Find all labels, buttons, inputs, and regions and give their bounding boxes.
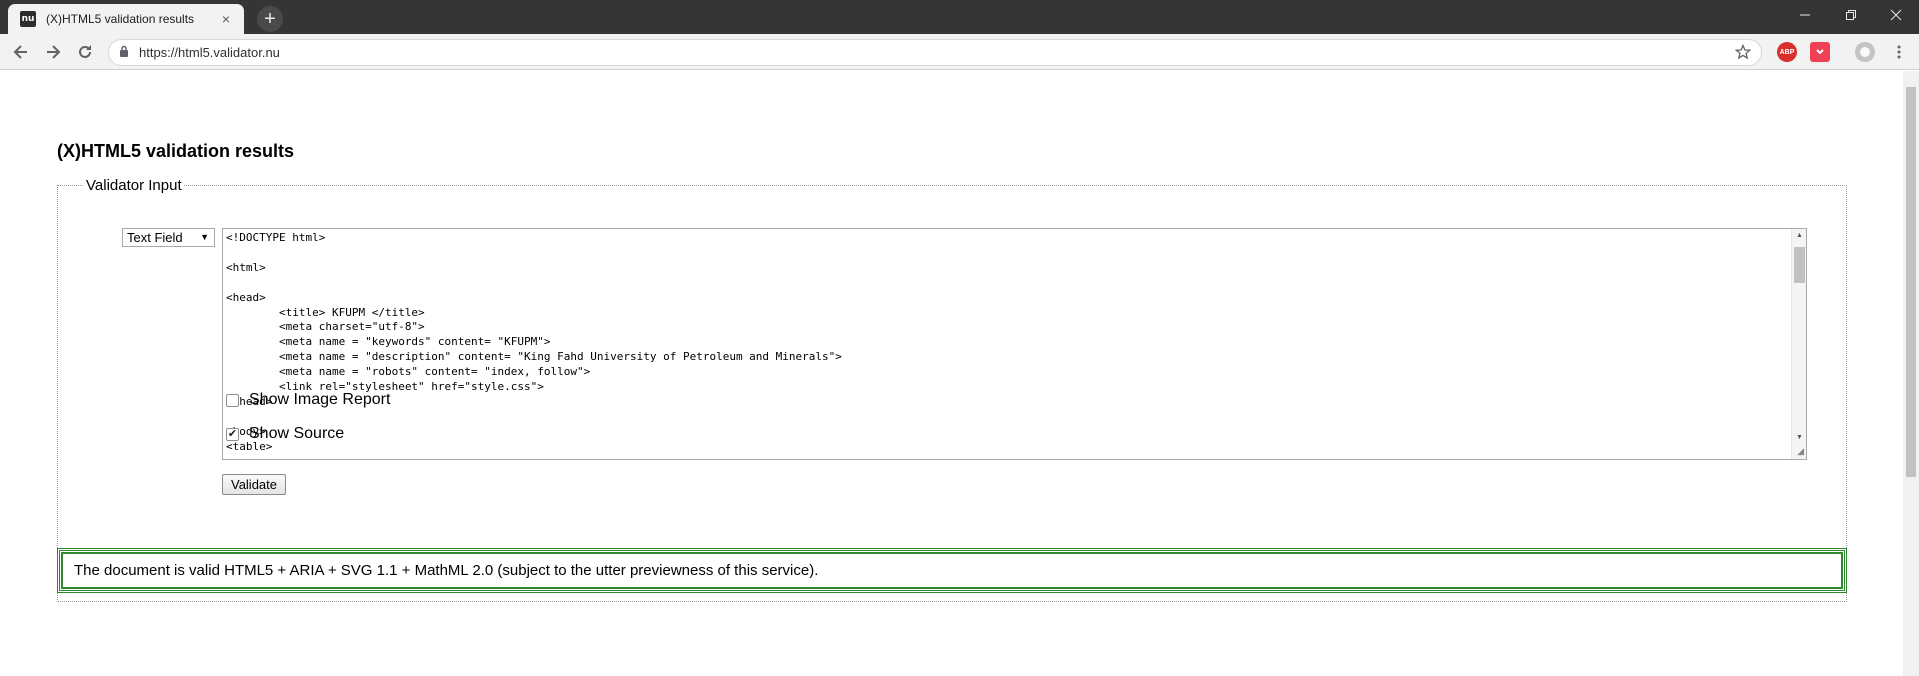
lock-icon [119, 44, 129, 62]
tab-title: (X)HTML5 validation results [46, 12, 195, 26]
address-bar[interactable]: https://html5.validator.nu [108, 39, 1762, 66]
reload-icon[interactable] [72, 39, 98, 65]
input-mode-value: Text Field [127, 230, 183, 245]
tab-strip: nu (X)HTML5 validation results × + [0, 0, 1919, 34]
tab-validation-results[interactable]: nu (X)HTML5 validation results × [8, 4, 244, 34]
forward-arrow-icon[interactable] [40, 39, 66, 65]
show-image-report-option[interactable]: Show Image Report [226, 391, 390, 409]
show-source-checkbox[interactable]: ✔ [226, 427, 239, 441]
show-image-report-label: Show Image Report [249, 391, 391, 408]
validate-button[interactable]: Validate [222, 474, 286, 495]
validation-result-message: The document is valid HTML5 + ARIA + SVG… [57, 548, 1847, 593]
back-arrow-icon[interactable] [8, 39, 34, 65]
scroll-down-arrow-icon[interactable]: ▼ [1792, 434, 1806, 441]
bookmark-star-icon[interactable] [1734, 43, 1752, 65]
page-scrollbar[interactable] [1903, 71, 1919, 676]
new-tab-button[interactable]: + [257, 6, 283, 32]
restore-icon[interactable] [1828, 0, 1874, 30]
textarea-scrollbar[interactable]: ▲ ▼ [1791, 229, 1806, 459]
show-source-option[interactable]: ✔ Show Source [226, 425, 344, 443]
textarea-scroll-thumb[interactable] [1794, 247, 1805, 283]
pocket-extension-icon[interactable] [1810, 42, 1830, 62]
dropdown-arrow-icon: ▼ [200, 232, 209, 242]
url-text: https://html5.validator.nu [139, 45, 280, 60]
scroll-up-arrow-icon[interactable]: ▲ [1792, 232, 1806, 239]
page-title: (X)HTML5 validation results [57, 141, 295, 161]
close-window-icon[interactable] [1873, 0, 1919, 30]
source-textarea[interactable]: <!DOCTYPE html> <html> <head> <title> KF… [222, 228, 1807, 460]
show-image-report-checkbox[interactable] [226, 393, 239, 407]
tab-close-icon[interactable]: × [218, 11, 234, 27]
input-mode-select[interactable]: Text Field ▼ [122, 228, 215, 247]
show-source-label: Show Source [249, 425, 345, 442]
fieldset-legend: Validator Input [86, 177, 182, 194]
page-scroll-thumb[interactable] [1906, 87, 1916, 477]
resize-handle-icon[interactable]: ◢ [1797, 446, 1804, 457]
page-content: (X)HTML5 validation results Validator In… [0, 71, 1903, 676]
adblock-plus-icon[interactable]: ABP [1777, 42, 1797, 62]
profile-avatar-icon[interactable] [1855, 42, 1875, 62]
source-code-text: <!DOCTYPE html> <html> <head> <title> KF… [226, 231, 842, 453]
nu-favicon-icon: nu [20, 11, 36, 27]
menu-dots-icon[interactable] [1886, 39, 1912, 65]
minimize-icon[interactable] [1782, 0, 1828, 30]
browser-toolbar: https://html5.validator.nu ABP [0, 34, 1919, 70]
